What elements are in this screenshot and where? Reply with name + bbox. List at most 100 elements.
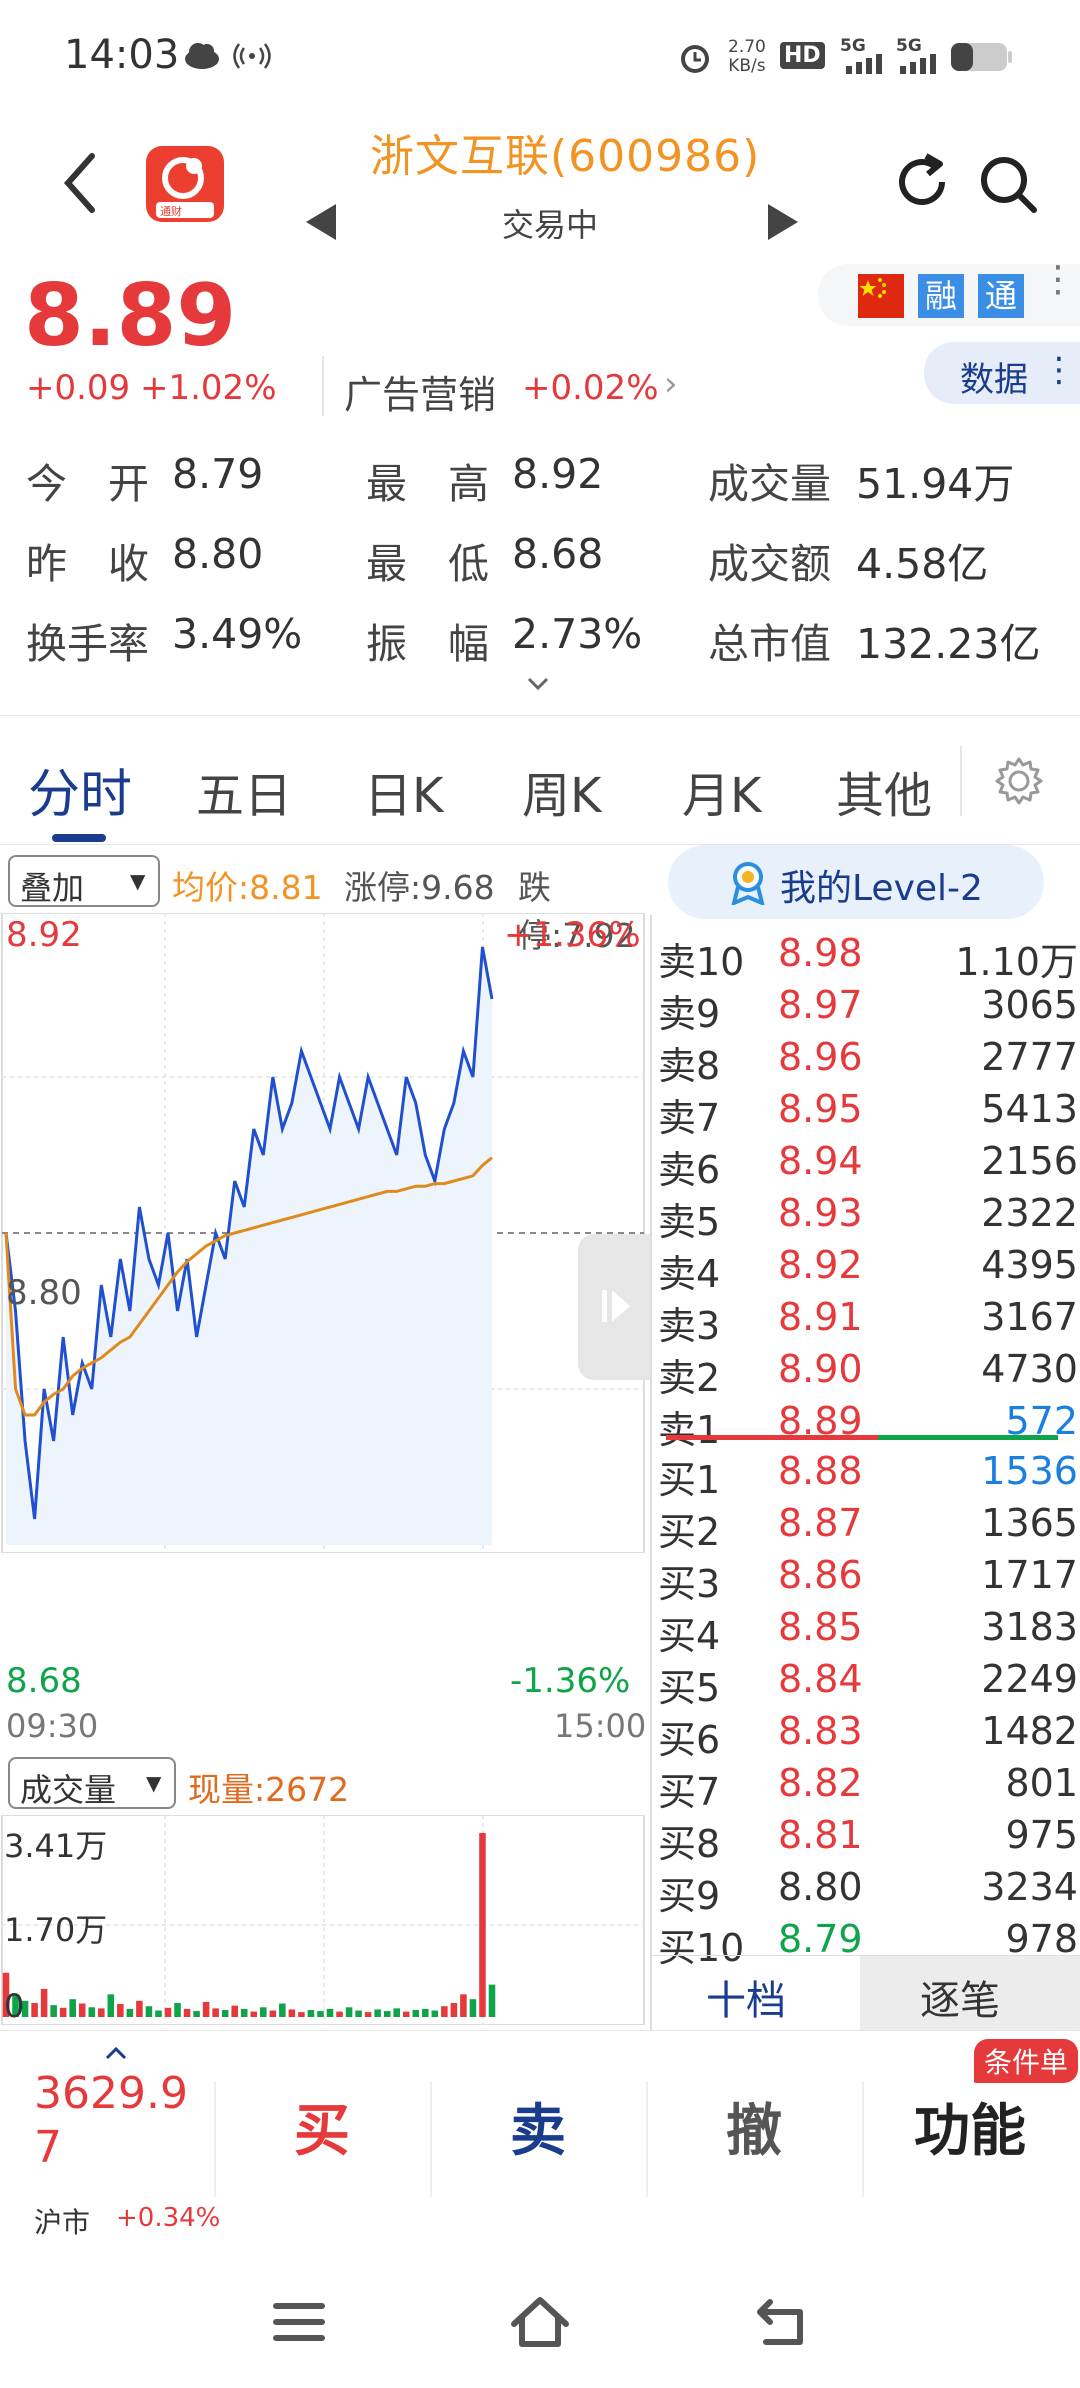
divider <box>646 2081 648 2197</box>
tab-monthly-k[interactable]: 月K <box>682 756 761 826</box>
chevron-right-icon[interactable]: › <box>664 364 678 404</box>
tab-other[interactable]: 其他 <box>836 756 932 826</box>
volume-bar <box>450 2002 458 2017</box>
search-icon[interactable] <box>976 152 1042 222</box>
ask-row[interactable]: 卖3 8.91 3167 <box>658 1291 1078 1348</box>
stat-value: 8.92 <box>512 450 604 498</box>
volume-bar <box>183 2008 191 2017</box>
badge-tong[interactable]: 通 <box>978 274 1024 318</box>
stat-value: 2.73% <box>512 610 643 658</box>
prev-stock-icon[interactable] <box>304 202 338 246</box>
home-icon[interactable] <box>508 2294 572 2354</box>
volume-bar <box>174 2002 181 2017</box>
volume-bar <box>298 2012 305 2017</box>
volume-bar <box>288 2009 296 2017</box>
bid-level-label: 买9 <box>658 1874 721 1918</box>
volume-bar <box>260 2007 267 2017</box>
conditional-order-badge[interactable]: 条件单 <box>974 2039 1079 2083</box>
bid-price: 8.83 <box>778 1709 863 1753</box>
functions-button[interactable]: 功能 <box>914 2086 1026 2167</box>
net-speed-value: 2.70 <box>728 37 766 57</box>
bid-row[interactable]: 买8 8.81 975 <box>658 1809 1078 1866</box>
ask-row[interactable]: 卖6 8.94 2156 <box>658 1135 1078 1192</box>
battery-icon <box>950 42 1014 76</box>
level2-button[interactable]: 我的Level-2 <box>668 845 1044 919</box>
settings-icon[interactable] <box>994 756 1044 810</box>
volume-bar <box>364 2012 372 2017</box>
panel-toggle-handle[interactable] <box>578 1234 650 1380</box>
price-chart[interactable] <box>0 913 648 1553</box>
current-price: 8.89 <box>24 266 237 366</box>
volume-bar <box>221 2009 229 2017</box>
medal-icon <box>728 861 768 909</box>
index-widget[interactable]: 3629.97 沪市 +0.34% <box>0 2031 220 2251</box>
cloud-icon <box>182 40 222 74</box>
sell-side-bar <box>666 1435 786 1440</box>
data-button[interactable]: 数据 ⋮ <box>924 342 1080 404</box>
ask-row[interactable]: 卖10 8.98 1.10万 <box>658 927 1078 984</box>
volume-bar <box>279 2003 286 2017</box>
bid-level-label: 买4 <box>658 1614 721 1658</box>
volume-bar <box>136 2000 143 2017</box>
bid-row[interactable]: 买3 8.86 1717 <box>658 1549 1078 1606</box>
y-high-label: 8.92 <box>6 915 82 955</box>
volume-bar <box>88 2007 96 2017</box>
bid-price: 8.82 <box>778 1761 863 1805</box>
ask-row[interactable]: 卖2 8.90 4730 <box>658 1343 1078 1400</box>
trading-status: 交易中 <box>502 206 599 244</box>
volume-bar <box>412 2009 420 2017</box>
bid-row[interactable]: 买6 8.83 1482 <box>658 1705 1078 1762</box>
refresh-icon[interactable] <box>890 150 954 218</box>
vol-zero-label: 0 <box>4 1987 25 2025</box>
overlay-dropdown[interactable]: 叠加 ▼ <box>8 855 160 907</box>
volume-bar <box>31 2002 38 2017</box>
back-icon[interactable] <box>60 150 100 220</box>
cancel-order-button[interactable]: 撤 <box>726 2086 782 2167</box>
bid-row[interactable]: 买4 8.85 3183 <box>658 1601 1078 1658</box>
ask-row[interactable]: 卖8 8.96 2777 <box>658 1031 1078 1088</box>
tab-intraday[interactable]: 分时 <box>28 752 132 827</box>
ask-row[interactable]: 卖7 8.95 5413 <box>658 1083 1078 1140</box>
ask-price: 8.98 <box>778 931 863 975</box>
ask-row[interactable]: 卖5 8.93 2322 <box>658 1187 1078 1244</box>
bid-row[interactable]: 买7 8.82 801 <box>658 1757 1078 1814</box>
volume-bar <box>40 1988 48 2017</box>
collapse-icon <box>600 1286 632 1330</box>
tab-five-day[interactable]: 五日 <box>196 756 292 826</box>
buy-button[interactable]: 买 <box>294 2086 350 2167</box>
more-icon[interactable]: ⋮ <box>1040 262 1076 298</box>
bid-row[interactable]: 买2 8.87 1365 <box>658 1497 1078 1554</box>
bid-row[interactable]: 买5 8.84 2249 <box>658 1653 1078 1710</box>
volume-dropdown[interactable]: 成交量 ▼ <box>8 1757 176 1809</box>
bid-volume: 1365 <box>981 1501 1078 1545</box>
bid-row[interactable]: 买9 8.80 3234 <box>658 1861 1078 1918</box>
overlay-label: 叠加 <box>20 869 85 907</box>
ask-row[interactable]: 卖4 8.92 4395 <box>658 1239 1078 1296</box>
tab-weekly-k[interactable]: 周K <box>522 756 601 826</box>
next-stock-icon[interactable] <box>766 202 800 246</box>
divider <box>960 746 962 816</box>
stat-label: 总市值 <box>708 620 831 668</box>
volume-bar <box>193 2011 200 2017</box>
sell-button[interactable]: 卖 <box>510 2086 566 2167</box>
sector-change: +0.02% <box>522 368 659 408</box>
back-nav-icon[interactable] <box>752 2296 812 2354</box>
ask-row[interactable]: 卖9 8.97 3065 <box>658 979 1078 1036</box>
sector-name[interactable]: 广告营销 <box>344 364 496 419</box>
badge-rong[interactable]: 融 <box>918 274 964 318</box>
bid-row[interactable]: 买1 8.88 1536 <box>658 1445 1078 1502</box>
y-low-label: 8.68 <box>6 1661 82 1701</box>
tab-daily-k[interactable]: 日K <box>364 756 443 826</box>
chart-tabs: 分时 五日 日K 周K 月K 其他 <box>0 715 1080 845</box>
expand-chevron-icon[interactable] <box>526 676 550 696</box>
tab-ten-level[interactable]: 十档 <box>706 1968 786 2026</box>
bid-volume: 3183 <box>981 1605 1078 1649</box>
stat-label: 最 低 <box>366 540 489 588</box>
ask-price: 8.91 <box>778 1295 863 1339</box>
stat-value: 132.23亿 <box>856 620 1041 668</box>
app-logo[interactable]: 通财 <box>146 146 224 222</box>
bid-volume: 2249 <box>981 1657 1078 1701</box>
menu-icon[interactable] <box>272 2300 326 2348</box>
tab-tick-by-tick[interactable]: 逐笔 <box>920 1968 1000 2026</box>
ask-level-label: 卖8 <box>658 1044 721 1088</box>
